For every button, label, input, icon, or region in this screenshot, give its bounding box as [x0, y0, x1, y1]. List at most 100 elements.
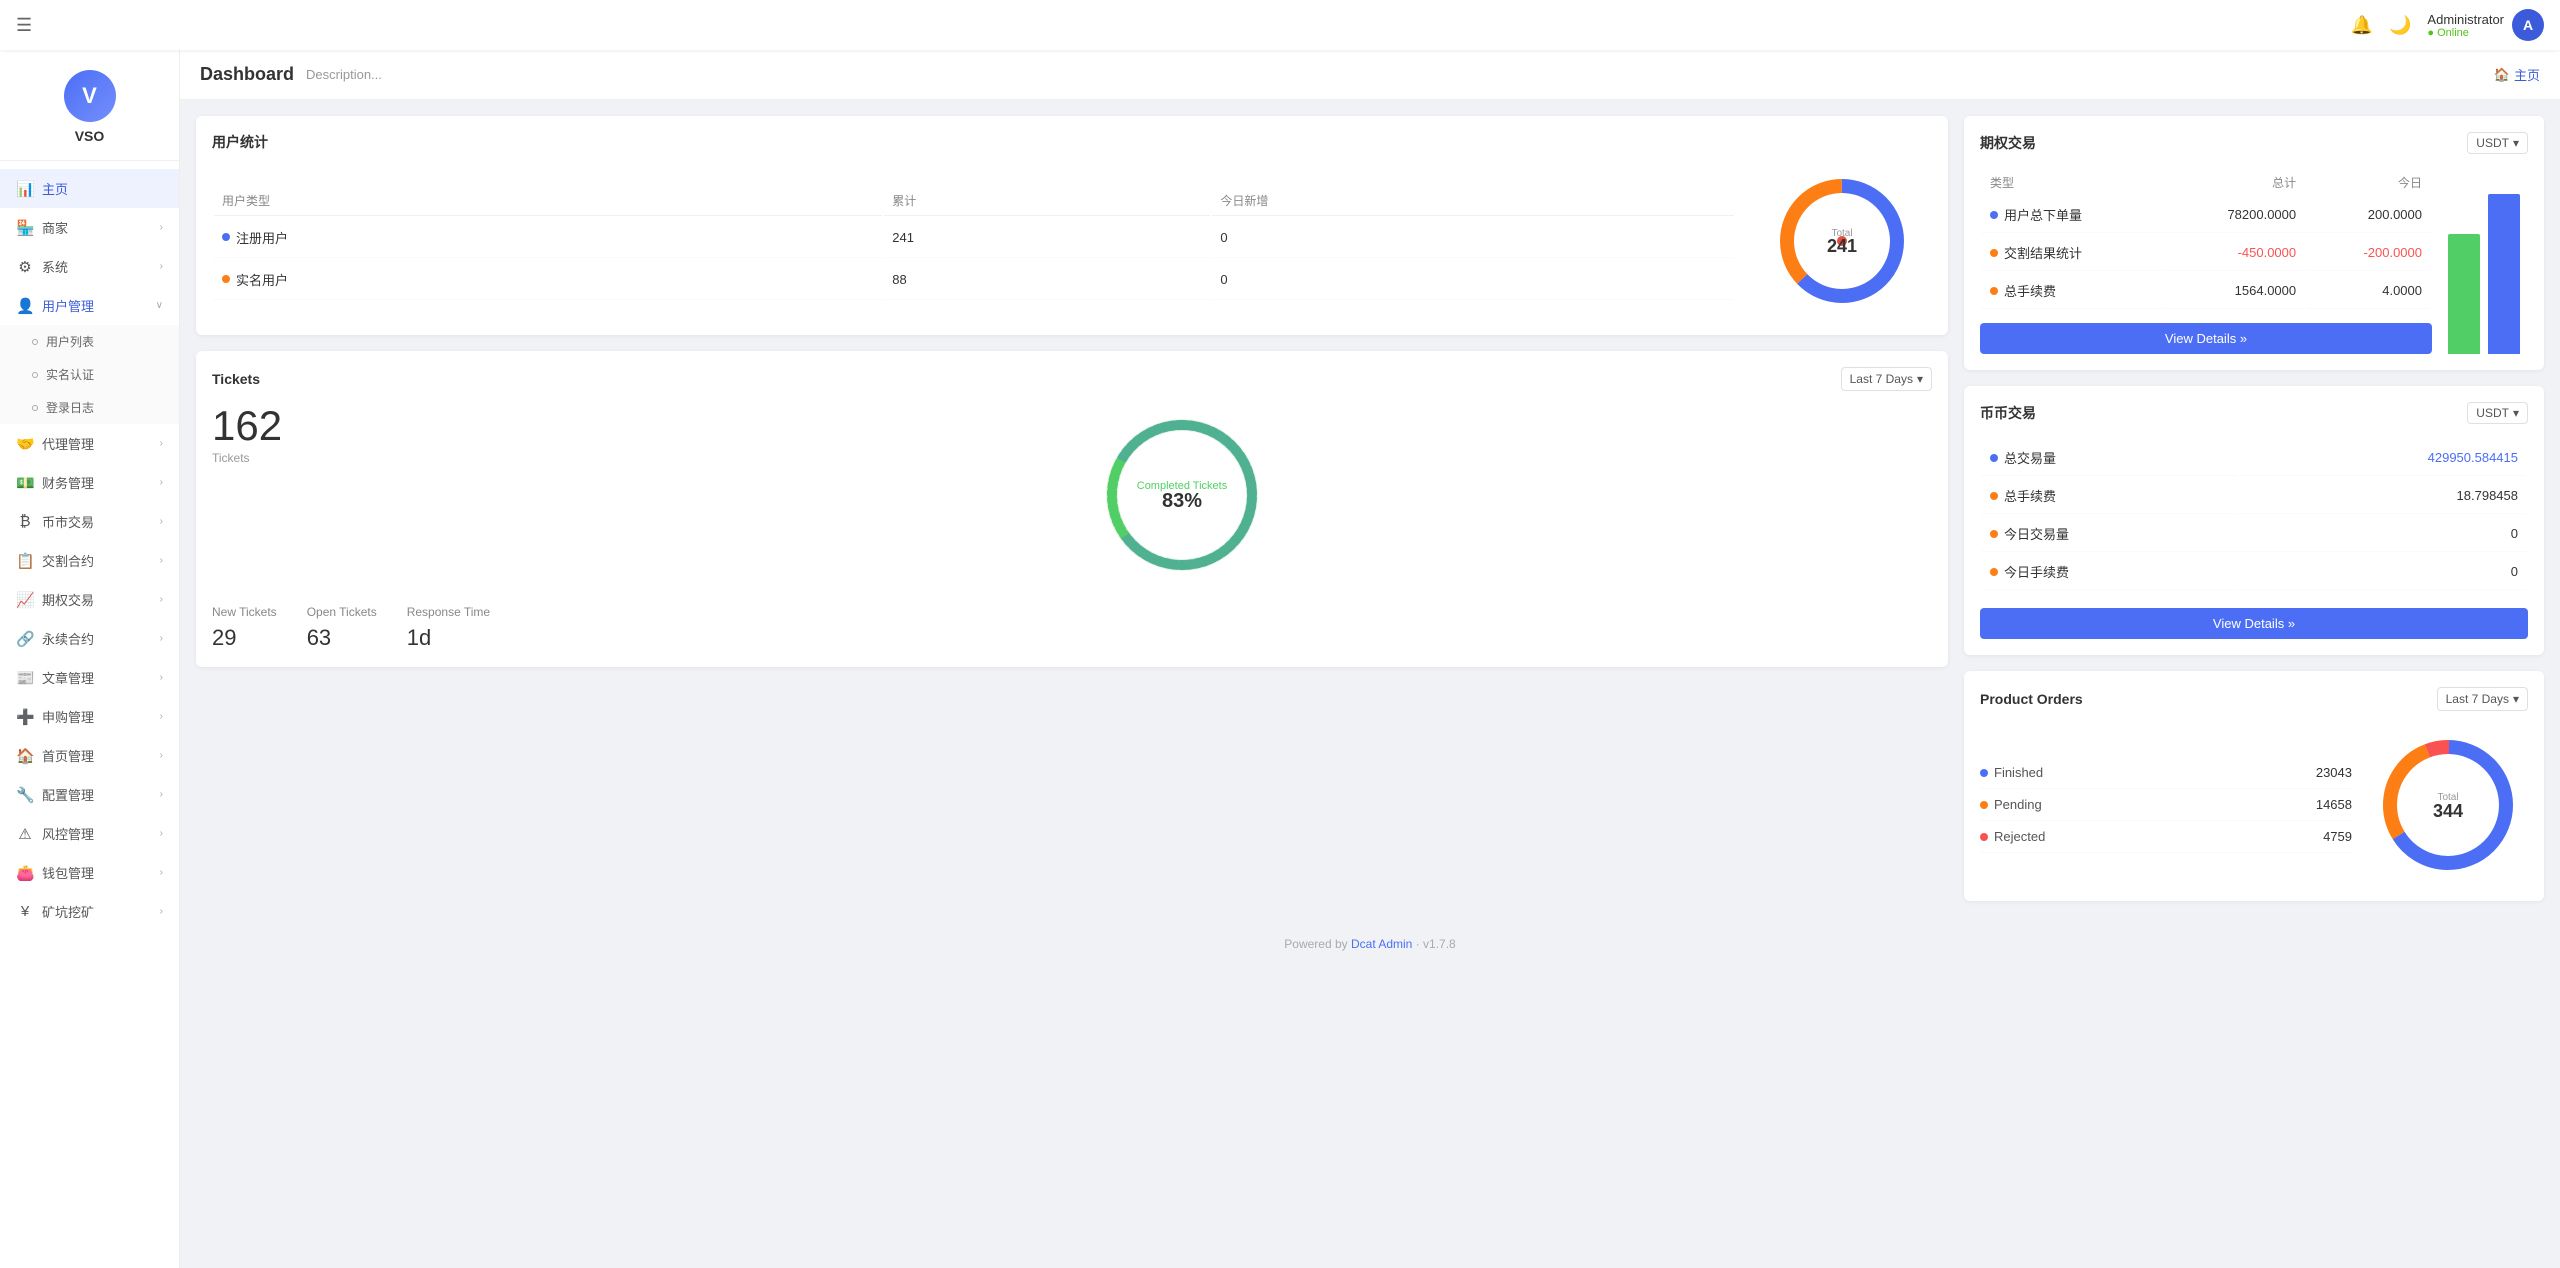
sidebar-item-agent-mgmt[interactable]: 🤝代理管理 ›	[0, 424, 179, 463]
futures-card-header: 期权交易 USDT ▾	[1980, 132, 2528, 154]
orders-list: Finished 23043 Pending 14658 Rejected 47…	[1980, 757, 2352, 853]
chevron-right-icon: ›	[160, 516, 163, 527]
chevron-down-icon: ▾	[2513, 136, 2519, 150]
currency-trading-card: 币币交易 USDT ▾ 总交易量 429950.584415 总手续费	[1964, 386, 2544, 655]
currency-card-header: 币币交易 USDT ▾	[1980, 402, 2528, 424]
futures-table-area: 类型 总计 今日 用户总下单量 78200.0000 200.0000	[1980, 168, 2432, 354]
futures-table: 类型 总计 今日 用户总下单量 78200.0000 200.0000	[1980, 168, 2432, 311]
menu-toggle-icon[interactable]: ☰	[16, 15, 32, 36]
orders-date-filter[interactable]: Last 7 Days ▾	[2437, 687, 2528, 711]
dot-icon	[1990, 249, 1998, 257]
tickets-card: Tickets Last 7 Days ▾ 162 Tickets	[196, 351, 1948, 667]
dot-icon	[1980, 801, 1988, 809]
finance-icon: 💵	[16, 474, 34, 492]
footer-text: Powered by	[1284, 937, 1347, 951]
user-stats-title: 用户统计	[212, 132, 1932, 152]
user-stats-card: 用户统计 用户类型 累计 今日新增	[196, 116, 1948, 335]
perpetual-icon: 🔗	[16, 630, 34, 648]
chevron-right-icon: ›	[160, 711, 163, 722]
dashboard-icon: 📊	[16, 180, 34, 198]
sidebar-item-contract-trade[interactable]: 📋交割合约 ›	[0, 541, 179, 580]
dot-icon	[1980, 833, 1988, 841]
stats-table: 用户类型 累计 今日新增 注册用户 241 0	[212, 184, 1736, 302]
right-column: 期权交易 USDT ▾ 类型 总计 今日	[1964, 116, 2544, 901]
sidebar-item-merchant[interactable]: 🏪商家 ›	[0, 208, 179, 247]
logo-text: VSO	[75, 128, 105, 144]
home-mgmt-icon: 🏠	[16, 747, 34, 765]
theme-toggle-icon[interactable]: 🌙	[2389, 15, 2411, 36]
dot-icon	[1990, 211, 1998, 219]
tickets-count: 162	[212, 405, 412, 447]
sidebar-item-home-mgmt[interactable]: 🏠首页管理 ›	[0, 736, 179, 775]
sidebar-item-config-mgmt[interactable]: 🔧配置管理 ›	[0, 775, 179, 814]
dot-icon	[1990, 492, 1998, 500]
dot-icon	[1990, 568, 1998, 576]
sidebar-item-mining[interactable]: ¥矿坑挖矿 ›	[0, 892, 179, 931]
avatar[interactable]: A	[2512, 9, 2544, 41]
topbar-right: 🔔 🌙 Administrator ● Online A	[2351, 9, 2544, 41]
dot-icon	[32, 339, 38, 345]
user-stats-table-area: 用户类型 累计 今日新增 注册用户 241 0	[212, 184, 1736, 302]
orders-card-header: Product Orders Last 7 Days ▾	[1980, 687, 2528, 711]
sidebar-item-risk-mgmt[interactable]: ⚠风控管理 ›	[0, 814, 179, 853]
table-row: 总手续费 18.798458	[1982, 478, 2526, 514]
sidebar-item-article-mgmt[interactable]: 📰文章管理 ›	[0, 658, 179, 697]
currency-view-details-btn[interactable]: View Details »	[1980, 608, 2528, 639]
logo-icon: V	[64, 70, 116, 122]
response-time-label: Response Time	[407, 605, 490, 619]
sidebar-item-perpetual[interactable]: 🔗永续合约 ›	[0, 619, 179, 658]
sidebar-item-real-name[interactable]: 实名认证	[0, 358, 179, 391]
sidebar-item-wallet-mgmt[interactable]: 👛钱包管理 ›	[0, 853, 179, 892]
sidebar-item-coin-trade[interactable]: ₿币市交易 ›	[0, 502, 179, 541]
chevron-right-icon: ›	[160, 438, 163, 449]
date-filter-select[interactable]: Last 7 Days ▾	[1841, 367, 1932, 391]
futures-bar-chart	[2448, 168, 2528, 354]
sidebar-item-login-log[interactable]: 登录日志	[0, 391, 179, 424]
tickets-header: Tickets Last 7 Days ▾	[212, 367, 1932, 391]
open-tickets-label: Open Tickets	[307, 605, 377, 619]
chevron-right-icon: ›	[160, 594, 163, 605]
footer-version: · v1.7.8	[1416, 937, 1456, 951]
sidebar-item-system[interactable]: ⚙系统 ›	[0, 247, 179, 286]
chevron-right-icon: ›	[160, 477, 163, 488]
currency-select[interactable]: USDT ▾	[2467, 402, 2528, 424]
table-row: 总手续费 1564.0000 4.0000	[1982, 273, 2430, 309]
sidebar-item-user-mgmt[interactable]: 👤用户管理 ∨	[0, 286, 179, 325]
home-breadcrumb[interactable]: 🏠 主页	[2494, 65, 2540, 84]
date-filter-label: Last 7 Days	[1850, 372, 1913, 386]
futures-view-details-btn[interactable]: View Details »	[1980, 323, 2432, 354]
table-row: 用户总下单量 78200.0000 200.0000	[1982, 197, 2430, 233]
dot-icon	[32, 372, 38, 378]
dot-icon	[1990, 530, 1998, 538]
sidebar-item-apply-mgmt[interactable]: ➕申购管理 ›	[0, 697, 179, 736]
home-icon: 🏠	[2494, 67, 2510, 83]
chevron-down-icon: ▾	[2513, 692, 2519, 706]
agent-icon: 🤝	[16, 435, 34, 453]
footer-link[interactable]: Dcat Admin	[1351, 937, 1412, 951]
orders-donut-chart: Total 344	[2368, 725, 2528, 885]
tickets-stats: New Tickets 29 Open Tickets 63 Response …	[212, 605, 1932, 651]
currency-table: 总交易量 429950.584415 总手续费 18.798458 今日交易量 …	[1980, 438, 2528, 592]
sidebar-item-futures-trade[interactable]: 📈期权交易 ›	[0, 580, 179, 619]
orders-date-label: Last 7 Days	[2446, 692, 2509, 706]
sidebar-item-finance-mgmt[interactable]: 💵财务管理 ›	[0, 463, 179, 502]
notification-icon[interactable]: 🔔	[2351, 15, 2373, 36]
sidebar-item-dashboard[interactable]: 📊主页	[0, 169, 179, 208]
futures-currency-select[interactable]: USDT ▾	[2467, 132, 2528, 154]
svg-text:344: 344	[2433, 801, 2463, 821]
futures-currency-label: USDT	[2476, 136, 2509, 150]
risk-icon: ⚠	[16, 825, 34, 843]
bar-blue	[2488, 194, 2520, 354]
page-header: Dashboard Description... 🏠 主页	[180, 50, 2560, 100]
chevron-right-icon: ›	[160, 906, 163, 917]
user-info: Administrator ● Online A	[2427, 9, 2544, 41]
chevron-down-icon: ▾	[2513, 406, 2519, 420]
page-title-area: Dashboard Description...	[200, 64, 382, 85]
sidebar-item-user-list[interactable]: 用户列表	[0, 325, 179, 358]
dot-icon	[1990, 287, 1998, 295]
page-title: Dashboard	[200, 64, 294, 85]
dot-icon	[222, 275, 230, 283]
topbar-left: ☰	[16, 15, 32, 36]
merchant-icon: 🏪	[16, 219, 34, 237]
open-tickets-stat: Open Tickets 63	[307, 605, 377, 651]
